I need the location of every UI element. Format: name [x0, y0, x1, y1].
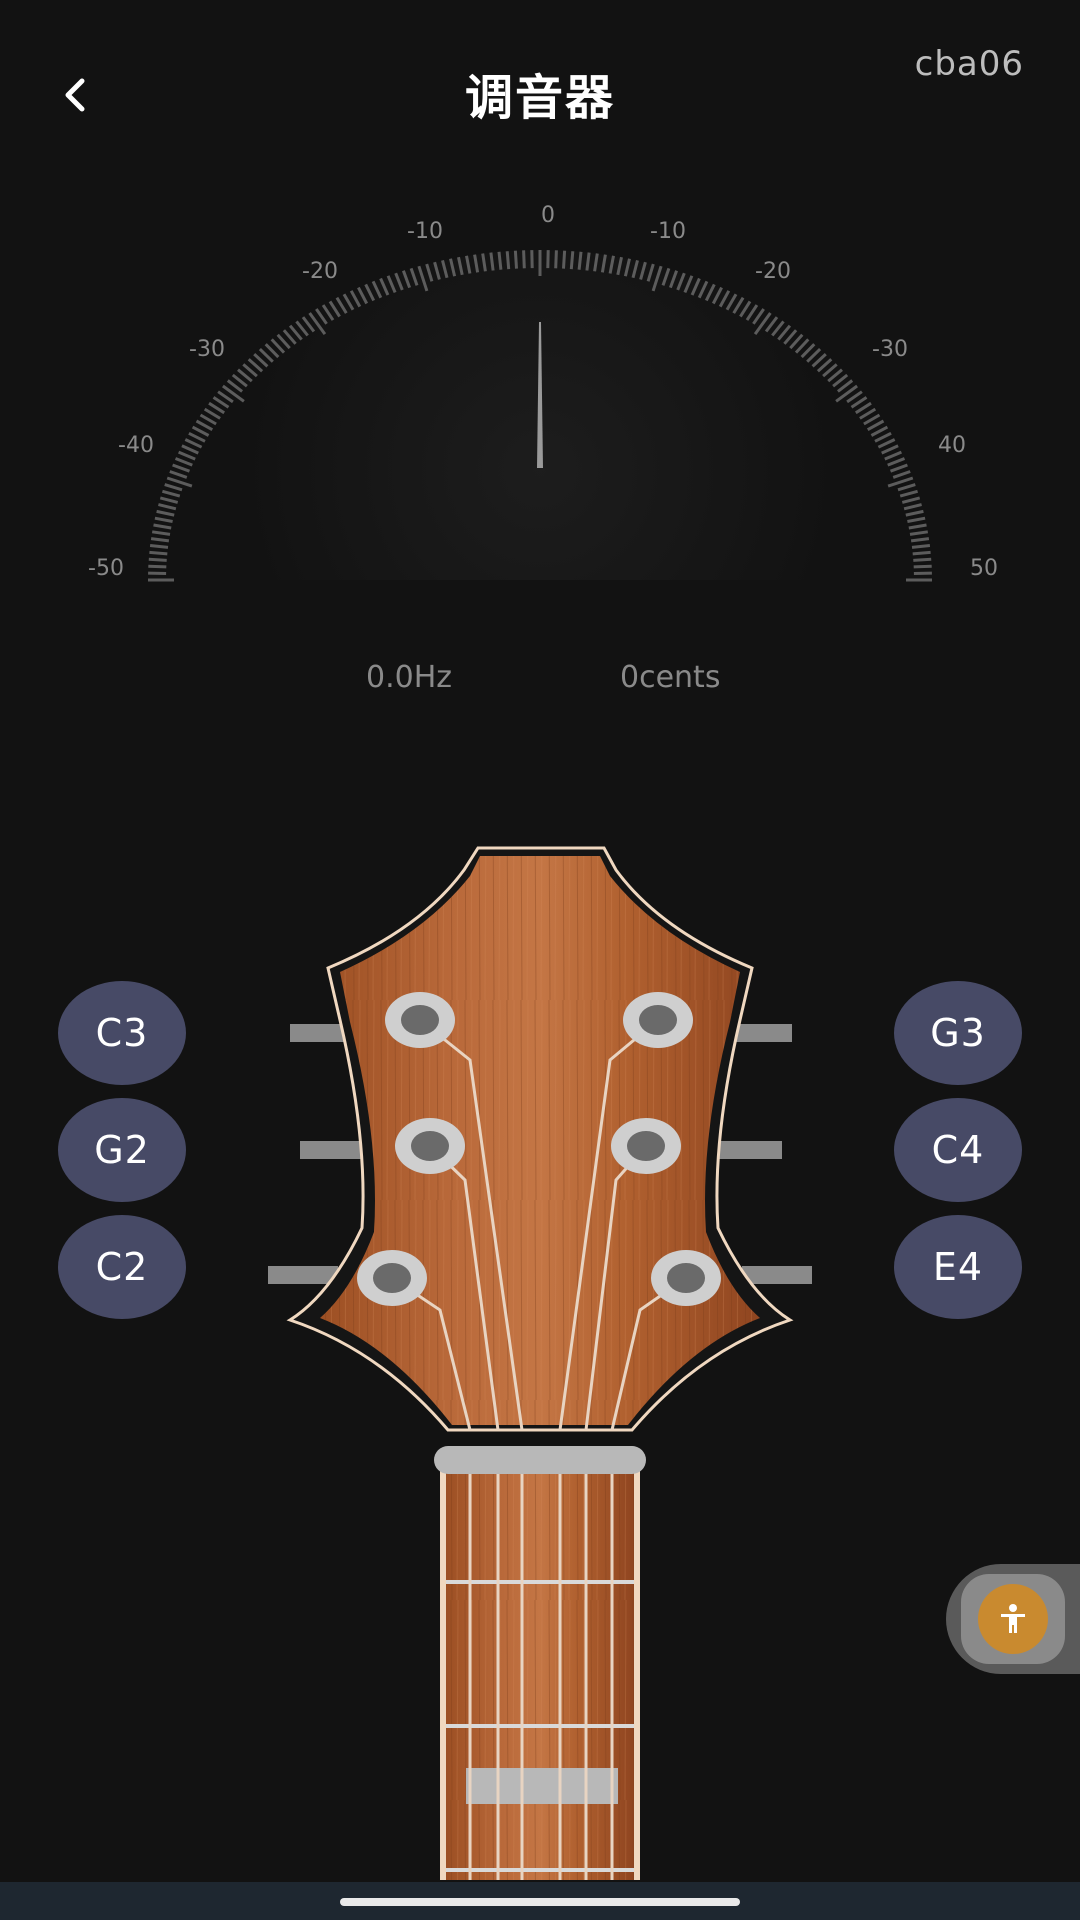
- gauge-tick: [497, 251, 503, 270]
- frequency-readout: 0.0Hz: [366, 660, 453, 695]
- accessibility-icon: [1001, 1604, 1025, 1633]
- gauge-scale-label: 40: [938, 433, 966, 458]
- home-indicator[interactable]: [340, 1898, 740, 1906]
- gauge-tick: [913, 564, 932, 569]
- gauge-tick: [911, 544, 931, 549]
- gauge-scale-label: -30: [189, 337, 225, 362]
- accessibility-button-frame: [961, 1574, 1065, 1664]
- gauge-tick: [522, 250, 526, 269]
- app-header: 调音器 cba06: [0, 0, 1080, 180]
- gauge-scale-label: -10: [650, 219, 686, 244]
- gauge-scale-label: -30: [872, 337, 908, 362]
- gauge-tick: [505, 251, 511, 270]
- gauge-tick: [562, 250, 567, 269]
- gauge-tick: [577, 251, 583, 270]
- gauge-tick: [149, 544, 169, 549]
- accessibility-icon-wrap: [978, 1584, 1048, 1654]
- string-button-c4[interactable]: C4: [894, 1098, 1022, 1202]
- string-button-c2[interactable]: C2: [58, 1215, 186, 1319]
- gauge-tick: [148, 564, 167, 569]
- gauge-tick: [913, 557, 932, 562]
- gauge-scale-label: -10: [407, 219, 443, 244]
- string-button-g3[interactable]: G3: [894, 981, 1022, 1085]
- string-button-e4[interactable]: E4: [894, 1215, 1022, 1319]
- cents-readout: 0cents: [620, 660, 721, 695]
- accessibility-float-button[interactable]: [946, 1564, 1080, 1674]
- gauge-tick: [148, 557, 167, 562]
- gauge-scale-label: 50: [970, 556, 998, 581]
- gauge-scale-label: -20: [302, 259, 338, 284]
- gauge-scale-label: -20: [755, 259, 791, 284]
- gauge-tick: [554, 250, 558, 269]
- guitar-neck: [440, 1460, 640, 1880]
- gauge-tick: [912, 550, 931, 556]
- guitar-nut: [434, 1446, 646, 1474]
- fret-inlay: [466, 1768, 618, 1804]
- device-name: cba06: [914, 44, 1024, 84]
- gauge-tick: [569, 251, 575, 270]
- gauge-scale-label: 0: [541, 203, 555, 228]
- gauge-scale-label: -50: [88, 556, 124, 581]
- tuner-gauge: -50 -40 -30 -20 -10 0 -10 -20 -30 40 50: [88, 203, 998, 582]
- gauge-tick: [149, 550, 168, 556]
- gauge-scale-label: -40: [118, 433, 154, 458]
- string-button-g2[interactable]: G2: [58, 1098, 186, 1202]
- string-button-c3[interactable]: C3: [58, 981, 186, 1085]
- gauge-tick: [513, 250, 518, 269]
